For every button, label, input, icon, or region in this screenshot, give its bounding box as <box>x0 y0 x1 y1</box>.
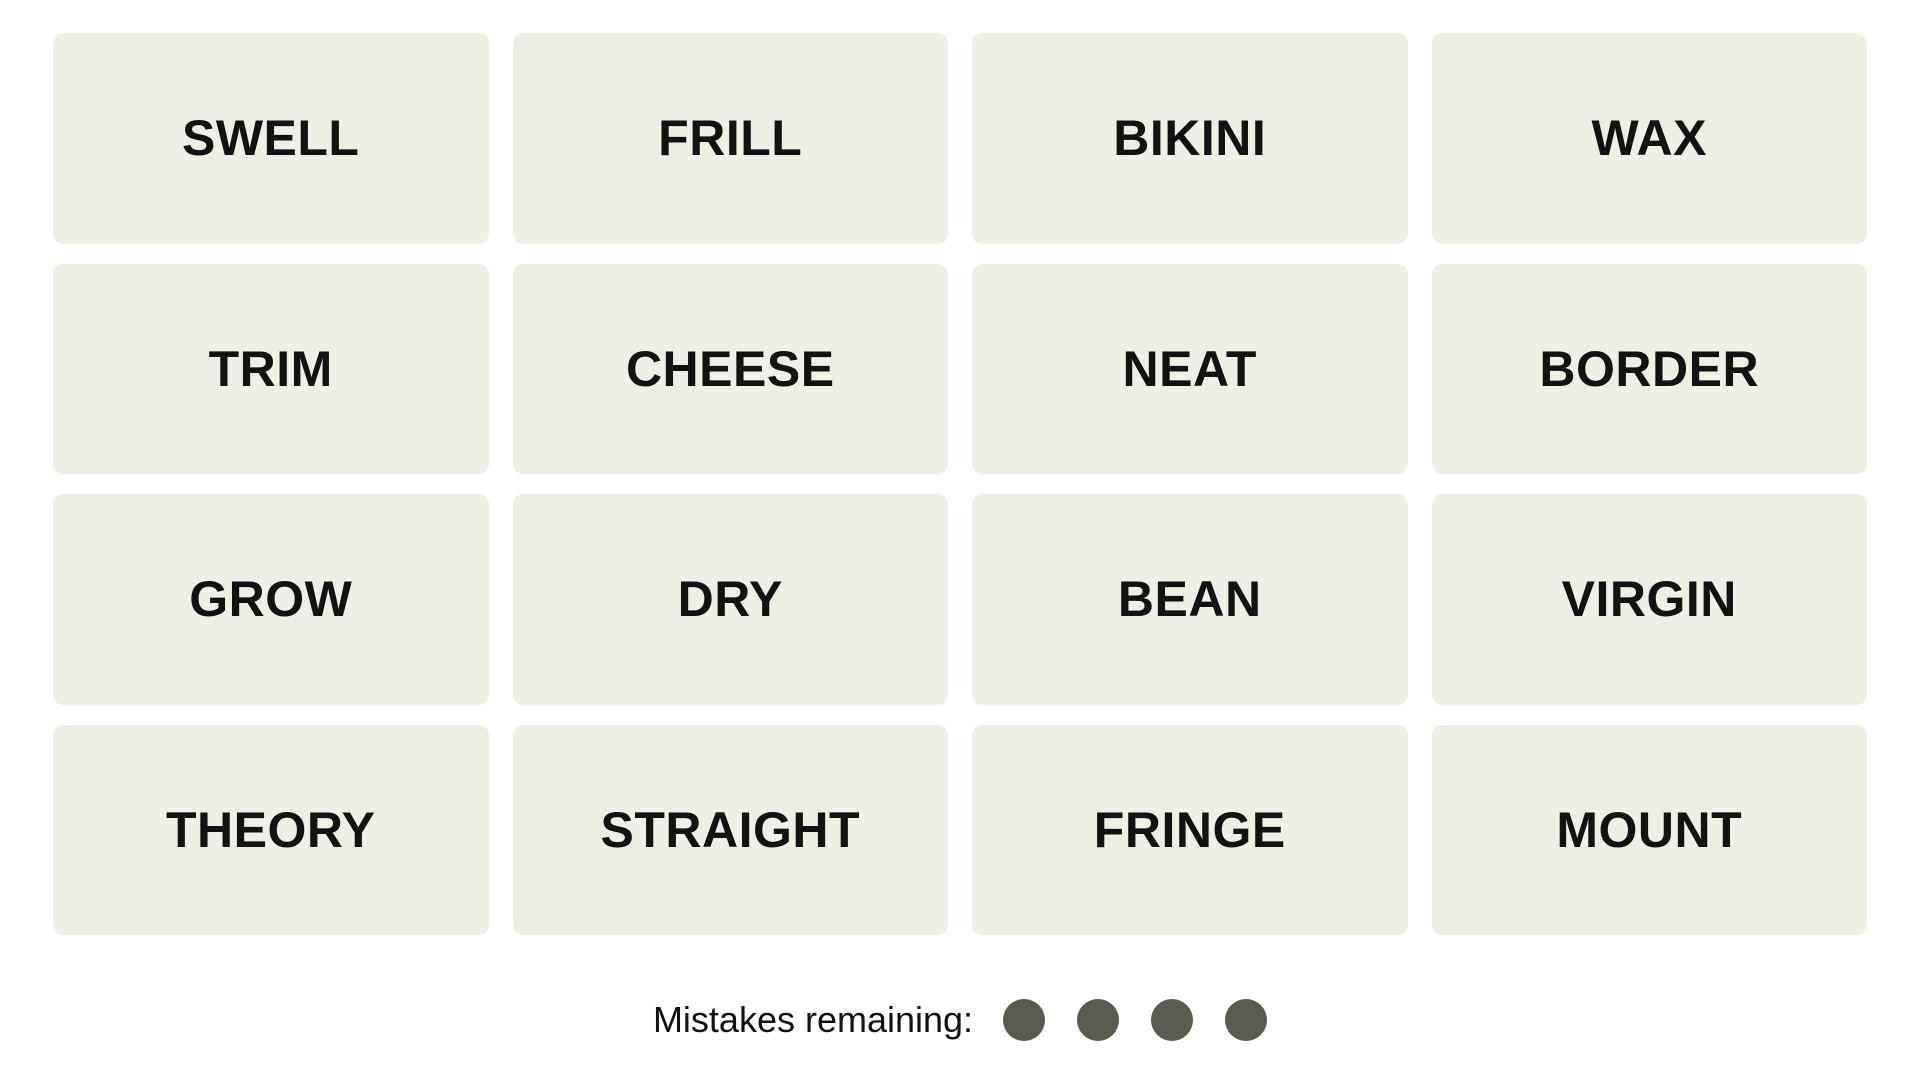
word-tile[interactable]: STRAIGHT <box>512 724 948 935</box>
word-tile[interactable]: GROW <box>53 494 489 705</box>
word-tile[interactable]: WAX <box>1431 33 1867 244</box>
word-tile[interactable]: TRIM <box>53 263 489 474</box>
word-tile[interactable]: FRINGE <box>972 724 1408 935</box>
word-tile-label: NEAT <box>1122 340 1257 397</box>
word-tile-label: BORDER <box>1539 340 1760 397</box>
word-tile-label: WAX <box>1591 110 1707 167</box>
word-tile-label: BEAN <box>1117 571 1262 628</box>
word-tile-label: CHEESE <box>625 340 835 397</box>
word-tile[interactable]: VIRGIN <box>1431 494 1867 705</box>
mistake-dot <box>1225 999 1268 1041</box>
word-tile-label: GROW <box>189 571 353 628</box>
word-tile-label: FRINGE <box>1093 801 1286 858</box>
word-tile-label: VIRGIN <box>1561 571 1737 628</box>
mistakes-remaining-bar: Mistakes remaining: <box>0 985 1920 1055</box>
word-tile-label: SWELL <box>182 110 360 167</box>
word-tile[interactable]: BIKINI <box>972 33 1408 244</box>
mistakes-dot-group <box>1003 999 1268 1041</box>
word-tile[interactable]: FRILL <box>512 33 948 244</box>
word-tile[interactable]: MOUNT <box>1431 724 1867 935</box>
word-tile[interactable]: DRY <box>512 494 948 705</box>
mistake-dot <box>1151 999 1194 1041</box>
mistake-dot <box>1003 999 1046 1041</box>
word-tile[interactable]: THEORY <box>53 724 489 935</box>
word-tile-label: FRILL <box>658 110 803 167</box>
connections-game-board: SWELL FRILL BIKINI WAX TRIM CHEESE NEAT … <box>0 0 1920 1080</box>
word-tile-label: BIKINI <box>1113 110 1267 167</box>
word-tile[interactable]: CHEESE <box>512 263 948 474</box>
mistakes-remaining-label: Mistakes remaining: <box>652 999 974 1040</box>
word-tile-label: STRAIGHT <box>600 801 861 858</box>
word-tile[interactable]: NEAT <box>972 263 1408 474</box>
word-tile-grid: SWELL FRILL BIKINI WAX TRIM CHEESE NEAT … <box>53 33 1867 935</box>
word-tile[interactable]: BEAN <box>972 494 1408 705</box>
word-tile-label: DRY <box>677 571 783 628</box>
mistake-dot <box>1077 999 1120 1041</box>
word-tile[interactable]: SWELL <box>53 33 489 244</box>
word-tile-label: THEORY <box>166 801 376 858</box>
word-tile[interactable]: BORDER <box>1431 263 1867 474</box>
word-tile-label: TRIM <box>208 340 333 397</box>
word-tile-label: MOUNT <box>1556 801 1743 858</box>
